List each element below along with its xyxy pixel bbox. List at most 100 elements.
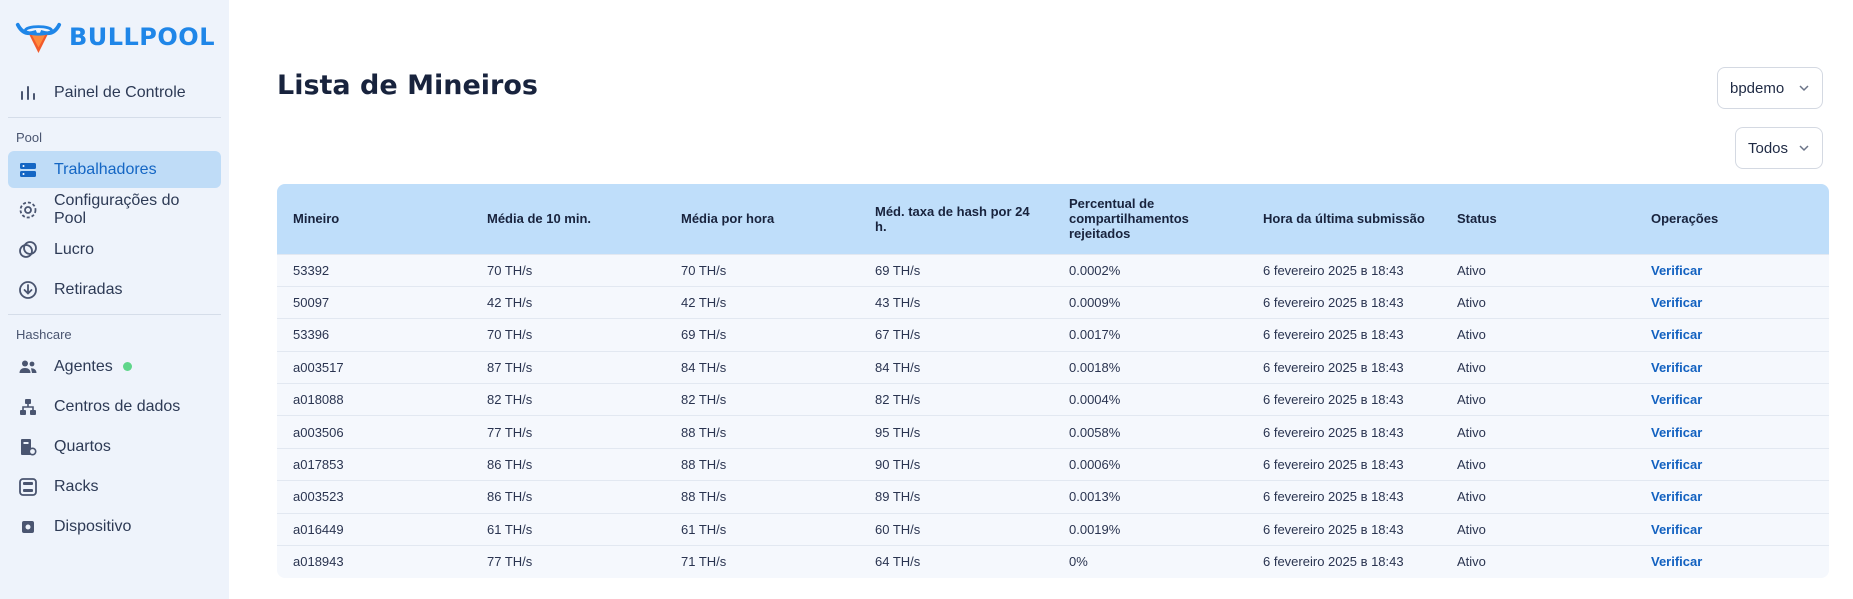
table-body: 53392 70 TH/s 70 TH/s 69 TH/s 0.0002% 6 fever… [277, 254, 1829, 578]
table-cell: 86 TH/s [487, 457, 533, 473]
table-cell: 84 TH/s [681, 359, 727, 375]
server-icon [18, 160, 38, 180]
table-cell: 64 TH/s [875, 554, 921, 570]
table-row: a017853 86 TH/s 88 TH/s 90 TH/s 0.0006% 6 fev… [277, 448, 1829, 480]
download-circle-icon [18, 280, 38, 300]
table-cell: 88 TH/s [681, 457, 727, 473]
table-cell: 82 TH/s [681, 392, 727, 408]
sidebar-item-painel[interactable]: Painel de Controle [8, 74, 221, 111]
sidebar-item-label: Quartos [54, 437, 111, 455]
table-cell: 60 TH/s [875, 521, 921, 537]
table-cell: 0.0002% [1069, 262, 1121, 278]
verify-link[interactable]: Verificar [1635, 351, 1829, 383]
table-cell: 0.0004% [1069, 392, 1121, 408]
room-icon [18, 437, 38, 457]
user-select-value: bpdemo [1730, 79, 1785, 97]
table-cell: Ativo [1457, 521, 1486, 537]
sidebar-item-quartos[interactable]: Quartos [8, 428, 221, 465]
verify-link[interactable]: Verificar [1635, 286, 1829, 318]
sidebar-item-label: Agentes [54, 357, 113, 375]
table-cell: a018943 [293, 554, 344, 570]
table-cell: 6 fevereiro 2025 в 18:43 [1263, 295, 1404, 311]
status-filter-select[interactable]: Todos [1735, 127, 1823, 169]
table-row: a018088 82 TH/s 82 TH/s 82 TH/s 0.0004% 6 fev… [277, 383, 1829, 416]
page-title: Lista de Mineiros [277, 70, 538, 101]
table-cell: 0.0019% [1069, 521, 1121, 537]
table-cell: Ativo [1457, 295, 1486, 311]
table-cell: 69 TH/s [681, 327, 727, 343]
table-row: 50097 42 TH/s 42 TH/s 43 TH/s 0.0009% 6 fever… [277, 286, 1829, 318]
sidebar-item-retiradas[interactable]: Retiradas [8, 271, 221, 308]
table-cell: 0.0013% [1069, 489, 1121, 505]
sidebar-item-centros[interactable]: Centros de dados [8, 388, 221, 425]
sidebar-item-label: Retiradas [54, 280, 123, 298]
table-cell: 88 TH/s [681, 489, 727, 505]
sidebar-item-agentes[interactable]: Agentes [8, 348, 221, 385]
table-cell: Ativo [1457, 489, 1486, 505]
table-cell: 6 fevereiro 2025 в 18:43 [1263, 521, 1404, 537]
table-cell: 0.0017% [1069, 327, 1121, 343]
verify-link[interactable]: Verificar [1635, 513, 1829, 545]
table-cell: 42 TH/s [681, 295, 727, 311]
sidebar-item-dispositivo[interactable]: Dispositivo [8, 508, 221, 545]
table-cell: 86 TH/s [487, 489, 533, 505]
table-cell: 0.0018% [1069, 359, 1121, 375]
table-cell: 6 fevereiro 2025 в 18:43 [1263, 424, 1404, 440]
table-cell: 6 fevereiro 2025 в 18:43 [1263, 262, 1404, 278]
table-cell: 89 TH/s [875, 489, 921, 505]
divider [8, 314, 221, 315]
table-row: a018943 77 TH/s 71 TH/s 64 TH/s 0% 6 fevereir… [277, 545, 1829, 578]
table-cell: 6 fevereiro 2025 в 18:43 [1263, 359, 1404, 375]
main-content: Lista de Mineiros bpdemo Todos Mineiro Mé… [229, 0, 1853, 599]
verify-link[interactable]: Verificar [1635, 319, 1829, 351]
table-cell: 6 fevereiro 2025 в 18:43 [1263, 392, 1404, 408]
verify-link[interactable]: Verificar [1635, 254, 1829, 286]
table-cell: 70 TH/s [681, 262, 727, 278]
sidebar-item-configuracoes[interactable]: Configurações do Pool [8, 191, 221, 228]
table-header-row: Mineiro Média de 10 min. Média por hora Méd… [277, 184, 1829, 254]
table-cell: 82 TH/s [487, 392, 533, 408]
table-cell: 6 fevereiro 2025 в 18:43 [1263, 489, 1404, 505]
table-cell: 0.0009% [1069, 295, 1121, 311]
verify-link[interactable]: Verificar [1635, 481, 1829, 513]
user-select[interactable]: bpdemo [1717, 67, 1823, 109]
table-cell: a018088 [293, 392, 344, 408]
sidebar-item-label: Dispositivo [54, 517, 132, 535]
table-cell: 0% [1069, 554, 1088, 570]
sidebar-item-trabalhadores[interactable]: Trabalhadores [8, 151, 221, 188]
brand-logo[interactable]: BULLPOOL [8, 14, 221, 74]
column-header: Méd. taxa de hash por 24 h. [875, 203, 1030, 234]
table-cell: a003506 [293, 424, 344, 440]
sidebar-item-label: Trabalhadores [54, 160, 157, 178]
brand-name: BULLPOOL [68, 23, 215, 51]
table-cell: 77 TH/s [487, 424, 533, 440]
coins-icon [18, 240, 38, 260]
table-row: a003517 87 TH/s 84 TH/s 84 TH/s 0.0018% 6 fev… [277, 351, 1829, 383]
column-header: Hora da última submissão [1263, 211, 1425, 227]
table-row: a003523 86 TH/s 88 TH/s 89 TH/s 0.0013% 6 fev… [277, 480, 1829, 513]
sidebar-item-label: Racks [54, 477, 99, 495]
divider [8, 117, 221, 118]
column-header: Mineiro [293, 211, 340, 227]
verify-link[interactable]: Verificar [1635, 546, 1829, 578]
verify-link[interactable]: Verificar [1635, 448, 1829, 480]
sidebar-item-label: Lucro [54, 240, 95, 258]
column-header: Status [1457, 211, 1497, 227]
status-filter-value: Todos [1748, 139, 1789, 157]
sitemap-icon [18, 397, 38, 417]
verify-link[interactable]: Verificar [1635, 416, 1829, 448]
table-cell: 53392 [293, 262, 330, 278]
sidebar-item-lucro[interactable]: Lucro [8, 231, 221, 268]
chevron-down-icon [1799, 145, 1809, 152]
table-cell: 90 TH/s [875, 457, 921, 473]
table-cell: 88 TH/s [681, 424, 727, 440]
table-cell: 0.0006% [1069, 457, 1121, 473]
table-cell: a003523 [293, 489, 344, 505]
sidebar-item-racks[interactable]: Racks [8, 468, 221, 505]
miners-table: Mineiro Média de 10 min. Média por hora Méd… [277, 184, 1829, 578]
column-header: Operações [1651, 211, 1719, 227]
table-row: 53392 70 TH/s 70 TH/s 69 TH/s 0.0002% 6 fever… [277, 254, 1829, 286]
table-cell: Ativo [1457, 424, 1486, 440]
table-cell: 6 fevereiro 2025 в 18:43 [1263, 457, 1404, 473]
verify-link[interactable]: Verificar [1635, 384, 1829, 416]
